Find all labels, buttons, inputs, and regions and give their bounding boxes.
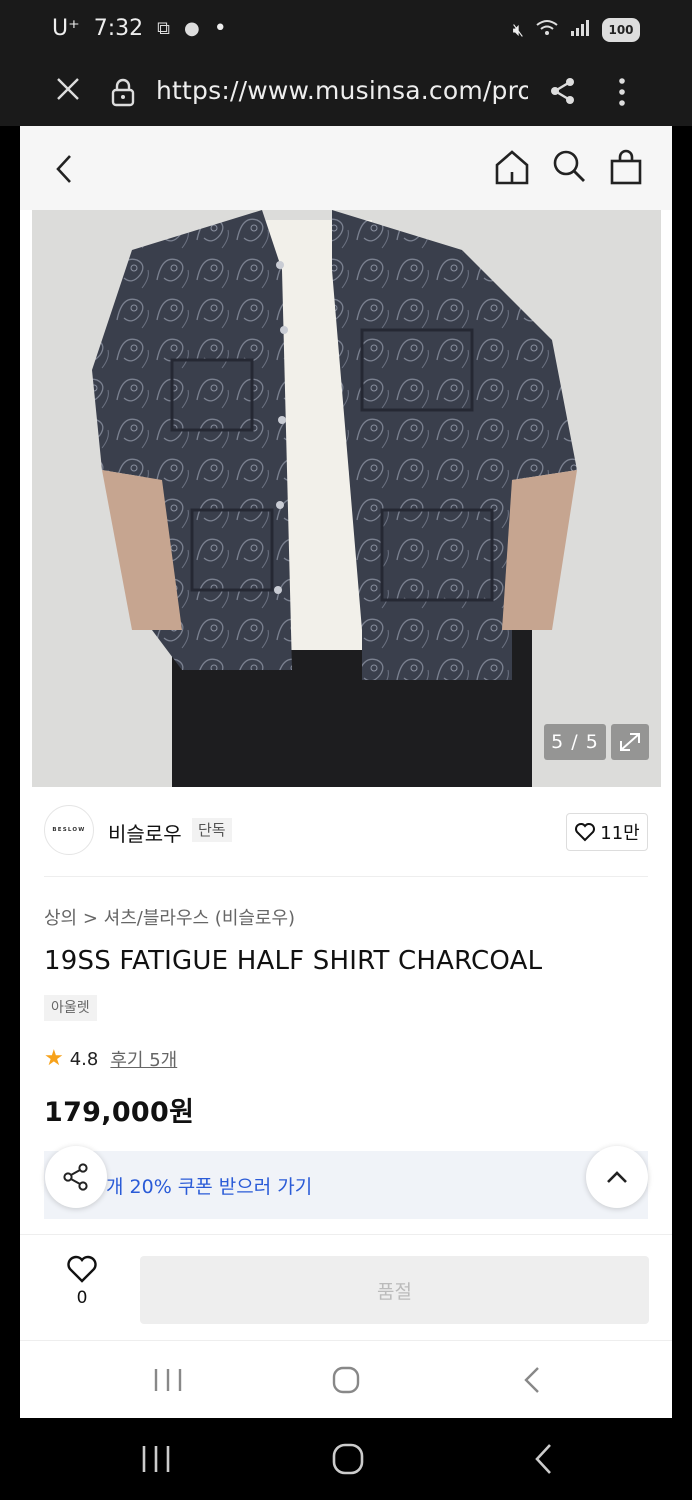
- recents-icon: [142, 1446, 170, 1472]
- lock-icon[interactable]: [110, 77, 138, 107]
- more-menu-button[interactable]: [612, 74, 632, 110]
- carrier-label: U⁺: [52, 16, 80, 41]
- heart-icon: [575, 823, 596, 842]
- expand-icon: [620, 733, 640, 751]
- product-photo[interactable]: [32, 210, 661, 787]
- share-icon: [551, 78, 574, 104]
- breadcrumb[interactable]: 상의 > 셔츠/블라우스 (비슬로우): [44, 904, 295, 930]
- web-page: 5 / 5 BESLOW 비슬로우 단독 11만 상의 > 셔츠/블라우스 (비…: [20, 126, 672, 1418]
- star-icon: ★: [44, 1046, 64, 1071]
- brand-like-count: 11만: [600, 823, 640, 844]
- close-tab-button[interactable]: [54, 74, 82, 110]
- back-nav-button[interactable]: [512, 1363, 552, 1397]
- system-home-button[interactable]: [326, 1440, 370, 1478]
- notification-dot: •: [213, 16, 227, 41]
- status-right: 🔇︎ 100: [513, 18, 640, 42]
- recent-apps-button[interactable]: [148, 1363, 188, 1397]
- exclusive-badge: 단독: [192, 818, 232, 842]
- battery-icon: 100: [602, 18, 640, 42]
- cart-button[interactable]: [609, 148, 643, 186]
- system-back-button[interactable]: [522, 1440, 566, 1478]
- brand-like-button[interactable]: 11만: [566, 813, 648, 851]
- mute-icon: 🔇︎: [512, 19, 524, 41]
- home-circle-icon: [332, 1366, 360, 1394]
- status-left: U⁺ 7:32 ⧉ ● •: [52, 16, 227, 41]
- product-title: 19SS FATIGUE HALF SHIRT CHARCOAL: [44, 946, 543, 976]
- brand-logo[interactable]: BESLOW: [44, 805, 94, 855]
- rating-value: 4.8: [69, 1048, 99, 1070]
- clock: 7:32: [93, 16, 144, 41]
- divider: [44, 876, 648, 877]
- search-button[interactable]: [551, 148, 587, 186]
- brand-name[interactable]: 비슬로우: [108, 818, 182, 847]
- system-nav-bar: [0, 1418, 692, 1500]
- rating-row: ★ 4.8 후기 5개: [44, 1046, 177, 1072]
- wishlist-count: 0: [76, 1288, 88, 1308]
- shirt-photo: [32, 210, 661, 787]
- image-counter: 5 / 5: [544, 724, 606, 760]
- home-button[interactable]: [494, 148, 530, 186]
- in-app-nav-bar: [20, 1341, 672, 1418]
- shopping-bag-icon: [610, 149, 642, 185]
- expand-image-button[interactable]: [611, 724, 649, 760]
- wifi-icon: [536, 19, 558, 42]
- soldout-button[interactable]: 품절: [140, 1256, 649, 1324]
- search-icon: [553, 150, 585, 182]
- screenshot-icon: ⧉: [157, 18, 170, 39]
- scroll-top-button[interactable]: [586, 1146, 648, 1208]
- browser-toolbar: https://www.musinsa.com/produ: [0, 62, 692, 126]
- back-button[interactable]: [52, 152, 76, 186]
- chevron-up-icon: [607, 1171, 627, 1183]
- back-icon: [524, 1367, 539, 1393]
- review-link[interactable]: 후기 5개: [110, 1046, 177, 1072]
- coupon-text[interactable]: 개 20% 쿠폰 받으러 가기: [106, 1172, 312, 1199]
- talk-icon: ●: [183, 18, 200, 39]
- price: 179,000원: [44, 1097, 195, 1128]
- system-recent-apps-button[interactable]: [134, 1440, 178, 1478]
- back-icon: [535, 1444, 551, 1474]
- more-vert-icon: [619, 78, 625, 106]
- share-icon: [63, 1163, 88, 1191]
- share-floating-button[interactable]: [45, 1146, 107, 1208]
- home-icon: [495, 150, 529, 185]
- close-icon: [57, 78, 79, 100]
- share-button[interactable]: [548, 76, 580, 108]
- recents-icon: [154, 1369, 182, 1391]
- home-nav-button[interactable]: [326, 1363, 366, 1397]
- divider: [20, 1234, 672, 1235]
- url-field[interactable]: https://www.musinsa.com/produ: [156, 76, 528, 105]
- wishlist-button[interactable]: 0: [52, 1254, 112, 1320]
- heart-icon: [67, 1255, 97, 1283]
- home-circle-icon: [332, 1443, 364, 1475]
- site-header: [20, 126, 672, 210]
- status-bar: U⁺ 7:32 ⧉ ● • 🔇︎ 100: [0, 0, 692, 62]
- signal-icon: [570, 19, 590, 42]
- chevron-left-icon: [56, 155, 71, 183]
- outlet-tag: 아울렛: [44, 995, 97, 1021]
- coupon-banner[interactable]: 개 20% 쿠폰 받으러 가기: [44, 1151, 648, 1219]
- brand-row: BESLOW 비슬로우 단독 11만: [20, 787, 672, 877]
